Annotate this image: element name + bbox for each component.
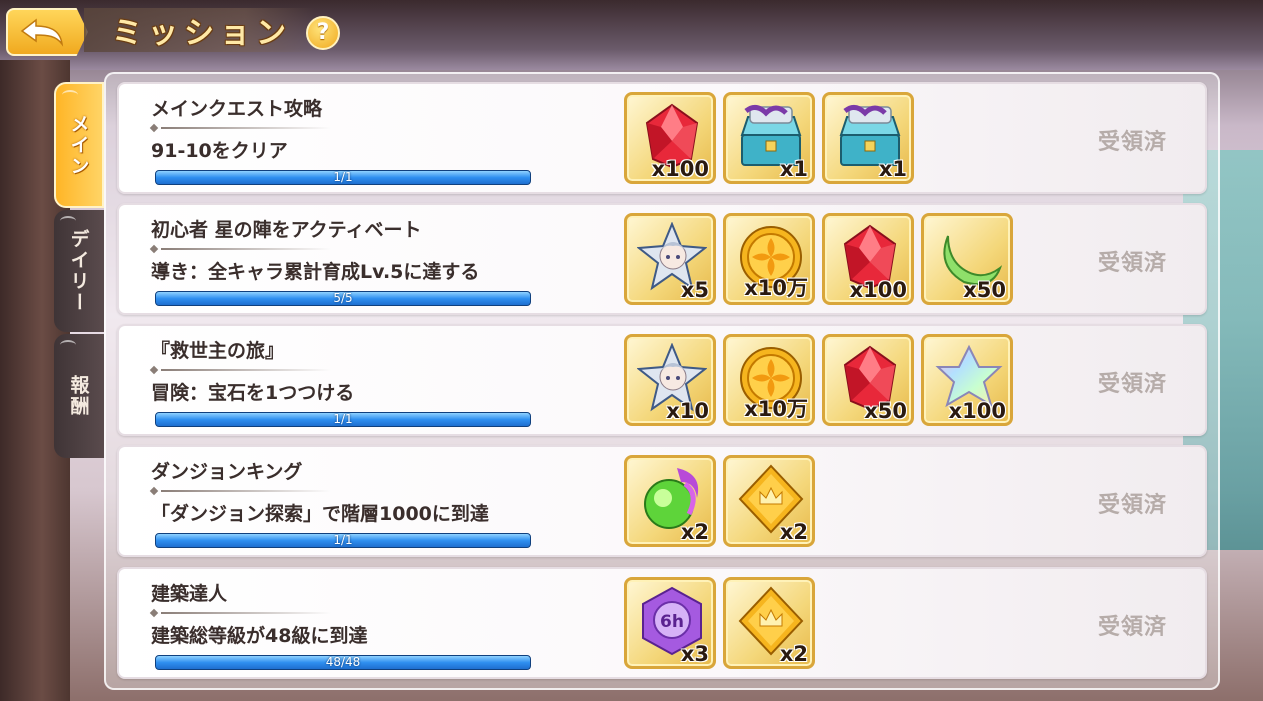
reward-quantity: x10万	[744, 397, 808, 421]
reward-quantity: x100	[651, 157, 709, 181]
reward-list: 6h x3 x2	[624, 577, 815, 669]
mission-divider	[151, 610, 331, 616]
svg-text:6h: 6h	[660, 612, 684, 632]
progress-text: 1/1	[333, 412, 353, 426]
progress-bar: 5/5	[155, 291, 531, 306]
back-button[interactable]	[6, 8, 88, 56]
reward-quantity: x10	[666, 399, 709, 423]
reward-quantity: x1	[779, 157, 808, 181]
mission-description: 導き：全キャラ累計育成Lv.5に達する	[151, 261, 480, 283]
reward-slot[interactable]: x100	[624, 92, 716, 184]
reward-slot[interactable]: x100	[921, 334, 1013, 426]
reward-slot[interactable]: x2	[624, 455, 716, 547]
claimed-status: 受領済	[1097, 371, 1167, 397]
cloud-deco-icon	[60, 216, 76, 226]
progress-text: 1/1	[333, 170, 353, 184]
reward-quantity: x100	[849, 278, 907, 302]
mission-title: 『救世主の旅』	[151, 340, 285, 362]
reward-slot[interactable]: x1	[822, 92, 914, 184]
mission-description: 「ダンジョン探索」で階層1000に到達	[151, 503, 489, 525]
cloud-deco-icon	[62, 90, 78, 100]
progress-bar: 1/1	[155, 412, 531, 427]
progress-text: 1/1	[333, 533, 353, 547]
mission-row: メインクエスト攻略 91-10をクリア 1/1 x100 x1 x1 受領済	[117, 82, 1207, 194]
claimed-status: 受領済	[1097, 250, 1167, 276]
progress-bar: 1/1	[155, 170, 531, 185]
back-arrow-icon	[20, 18, 64, 47]
claimed-status: 受領済	[1097, 614, 1167, 640]
claimed-status: 受領済	[1097, 492, 1167, 518]
claimed-status: 受領済	[1097, 129, 1167, 155]
mission-row: 建築達人建築総等級が48級に到達 48/48 6h x3 x2 受領済	[117, 567, 1207, 679]
mission-description: 91-10をクリア	[151, 140, 288, 162]
reward-slot[interactable]: x10万	[723, 213, 815, 305]
mission-title: 建築達人	[151, 583, 228, 605]
progress-text: 48/48	[325, 655, 361, 669]
reward-slot[interactable]: x100	[822, 213, 914, 305]
tab-main[interactable]: メイン	[54, 82, 104, 208]
reward-slot[interactable]: x2	[723, 455, 815, 547]
tab-reward[interactable]: 報酬	[54, 334, 104, 458]
page-title: ミッション	[112, 16, 292, 51]
mission-row: 『救世主の旅』冒険：宝石を1つつける 1/1 x10 x10万 x50 x100 受領済	[117, 324, 1207, 436]
reward-quantity: x2	[779, 642, 808, 666]
reward-list: x5 x10万 x100 x50	[624, 213, 1013, 305]
reward-quantity: x50	[864, 399, 907, 423]
reward-list: x10 x10万 x50 x100	[624, 334, 1013, 426]
reward-slot[interactable]: x5	[624, 213, 716, 305]
tab-main-label: メイン	[67, 113, 90, 177]
mission-title: メインクエスト攻略	[151, 98, 323, 120]
reward-quantity: x5	[680, 278, 709, 302]
reward-quantity: x3	[680, 642, 709, 666]
mission-divider	[151, 367, 331, 373]
reward-quantity: x1	[878, 157, 907, 181]
progress-bar: 48/48	[155, 655, 531, 670]
reward-slot[interactable]: x50	[822, 334, 914, 426]
mission-description: 冒険：宝石を1つつける	[151, 382, 355, 404]
reward-quantity: x100	[948, 399, 1006, 423]
reward-slot[interactable]: x1	[723, 92, 815, 184]
reward-list: x2 x2	[624, 455, 815, 547]
tab-reward-label: 報酬	[67, 375, 90, 417]
mission-row: 初心者 星の陣をアクティベート 導き：全キャラ累計育成Lv.5に達する 5/5 x5 x…	[117, 203, 1207, 315]
mission-description: 建築総等級が48級に到達	[151, 625, 368, 647]
reward-quantity: x2	[779, 520, 808, 544]
mission-title: 初心者 星の陣をアクティベート	[151, 219, 422, 241]
progress-text: 5/5	[333, 291, 353, 305]
mission-divider	[151, 488, 331, 494]
cloud-deco-icon	[60, 340, 76, 350]
mission-divider	[151, 246, 331, 252]
reward-slot[interactable]: x10	[624, 334, 716, 426]
tab-daily-label: デイリー	[67, 229, 90, 313]
reward-quantity: x10万	[744, 276, 808, 300]
reward-quantity: x2	[680, 520, 709, 544]
reward-quantity: x50	[963, 278, 1006, 302]
reward-list: x100 x1 x1	[624, 92, 914, 184]
progress-bar: 1/1	[155, 533, 531, 548]
mission-title: ダンジョンキング	[151, 461, 303, 483]
reward-slot[interactable]: 6h x3	[624, 577, 716, 669]
tab-daily[interactable]: デイリー	[54, 210, 104, 332]
reward-slot[interactable]: x50	[921, 213, 1013, 305]
title-banner: ミッション	[84, 8, 314, 52]
mission-row: ダンジョンキング「ダンジョン探索」で階層1000に到達 1/1 x2 x2 受領済	[117, 445, 1207, 557]
mission-divider	[151, 125, 331, 131]
help-icon[interactable]: ?	[306, 16, 340, 50]
reward-slot[interactable]: x2	[723, 577, 815, 669]
reward-slot[interactable]: x10万	[723, 334, 815, 426]
